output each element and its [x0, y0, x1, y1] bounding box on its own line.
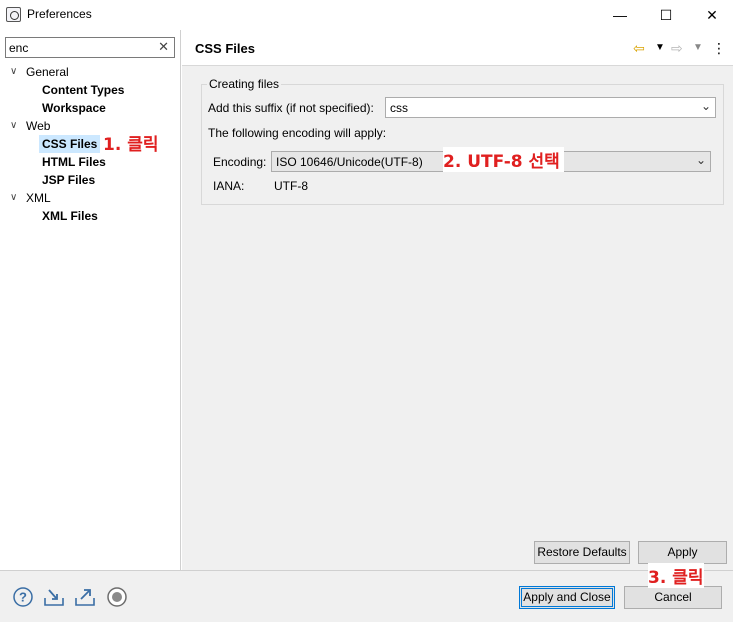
chevron-down-icon[interactable]: ∨ — [10, 117, 22, 135]
record-icon[interactable] — [106, 586, 128, 608]
iana-value: UTF-8 — [274, 179, 308, 193]
page-header: CSS Files ⇦ ▼ ⇨ ▼ ⋮ — [182, 30, 733, 66]
chevron-down-icon[interactable]: ⌄ — [701, 99, 711, 113]
clear-filter-icon[interactable]: ✕ — [158, 39, 169, 55]
restore-defaults-button[interactable]: Restore Defaults — [534, 541, 630, 564]
tree-item-content-types[interactable]: Content Types — [0, 81, 180, 99]
iana-label: IANA: — [213, 179, 245, 193]
tree-item-xml-files[interactable]: XML Files — [0, 207, 180, 225]
apply-and-close-button[interactable]: Apply and Close — [519, 586, 615, 609]
chevron-down-icon[interactable]: ⌄ — [696, 153, 706, 167]
window-title: Preferences — [27, 7, 92, 21]
export-icon[interactable] — [74, 586, 96, 608]
tree-label: Web — [26, 119, 51, 133]
tree-label: XML Files — [42, 209, 98, 223]
group-title: Creating files — [207, 77, 282, 91]
maximize-button[interactable]: ☐ — [643, 0, 689, 30]
tree-item-html-files[interactable]: HTML Files — [0, 153, 180, 171]
apply-button[interactable]: Apply — [638, 541, 727, 564]
tree-label: Workspace — [42, 101, 106, 115]
suffix-label: Add this suffix (if not specified): — [208, 101, 374, 115]
preference-page: CSS Files ⇦ ▼ ⇨ ▼ ⋮ Creating files Add t… — [182, 30, 733, 570]
annotation-step3: 3. 클릭 — [648, 563, 704, 588]
filter-input[interactable] — [9, 40, 149, 56]
close-button[interactable]: ✕ — [689, 0, 733, 30]
page-title: CSS Files — [195, 41, 255, 56]
back-arrow-icon[interactable]: ⇦ — [633, 39, 645, 57]
encoding-label: Encoding: — [213, 155, 267, 169]
tree-label: HTML Files — [42, 155, 106, 169]
cancel-button[interactable]: Cancel — [624, 586, 722, 609]
eclipse-app-icon — [6, 7, 21, 22]
button-bar: ? Apply and Close Cancel — [0, 570, 733, 622]
minimize-button[interactable]: — — [597, 0, 643, 30]
view-menu-icon[interactable]: ⋮ — [712, 39, 726, 57]
svg-text:?: ? — [19, 590, 27, 605]
encoding-value: ISO 10646/Unicode(UTF-8) — [276, 155, 423, 169]
tree-label: General — [26, 65, 69, 79]
tree-label: Content Types — [42, 83, 125, 97]
chevron-down-icon[interactable]: ∨ — [10, 63, 22, 81]
tree-item-workspace[interactable]: Workspace — [0, 99, 180, 117]
import-icon[interactable] — [43, 586, 65, 608]
tree-label: XML — [26, 191, 51, 205]
help-icon[interactable]: ? — [12, 586, 34, 608]
back-dropdown-icon[interactable]: ▼ — [655, 39, 665, 57]
forward-arrow-icon[interactable]: ⇨ — [671, 39, 683, 57]
tree-item-general[interactable]: ∨ General — [0, 63, 180, 81]
tree-item-xml[interactable]: ∨ XML — [0, 189, 180, 207]
annotation-step1: 1. 클릭 — [103, 130, 159, 155]
title-bar: Preferences — ☐ ✕ — [0, 0, 733, 30]
tree-label: CSS Files — [39, 135, 101, 153]
annotation-step2: 2. UTF-8 선택 — [443, 147, 564, 172]
tree-item-jsp-files[interactable]: JSP Files — [0, 171, 180, 189]
chevron-down-icon[interactable]: ∨ — [10, 189, 22, 207]
tree-label: JSP Files — [42, 173, 96, 187]
preference-tree-panel: ✕ ∨ General Content Types Workspace ∨ We… — [0, 30, 181, 570]
suffix-value: css — [390, 101, 408, 115]
suffix-combo[interactable]: css ⌄ — [385, 97, 716, 118]
filter-box: ✕ — [5, 37, 175, 58]
encoding-info-text: The following encoding will apply: — [208, 126, 387, 140]
forward-dropdown-icon[interactable]: ▼ — [693, 39, 703, 57]
